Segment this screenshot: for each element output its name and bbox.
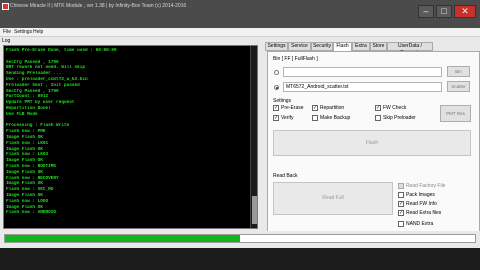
read-factory-file-checkbox[interactable] bbox=[398, 183, 404, 189]
read-extra-files-checkbox[interactable]: ✓ bbox=[398, 210, 404, 216]
repartition-label: Repartition bbox=[320, 105, 345, 111]
log-console[interactable]: Flash Pre-Erase Done, time used : 00:00:… bbox=[3, 45, 258, 229]
tab-service[interactable]: Service bbox=[288, 42, 311, 51]
skip-preloader-label: Skip Preloader bbox=[383, 115, 416, 121]
make-backup-checkbox[interactable] bbox=[312, 115, 318, 121]
progress-fill bbox=[5, 235, 240, 242]
verify-label: Verify bbox=[281, 115, 294, 121]
tab-store[interactable]: Store bbox=[370, 42, 387, 51]
bin-group-label: Bin [ FF ] FullFlash ] bbox=[273, 56, 318, 62]
pre-erase-checkbox[interactable]: ✓ bbox=[273, 105, 279, 111]
bin-path-field[interactable] bbox=[283, 67, 442, 77]
tab-security[interactable]: Security bbox=[311, 42, 333, 51]
bin-radio[interactable] bbox=[274, 70, 279, 75]
window-title: Chinese Miracle II | MTK Module , ver 1.… bbox=[10, 3, 187, 9]
scatter-path-field[interactable]: MT6572_Android_scatter.txt bbox=[283, 82, 442, 92]
menu-help[interactable]: Help bbox=[33, 29, 43, 36]
bin-button[interactable]: Bin bbox=[447, 66, 470, 77]
verify-checkbox[interactable]: ✓ bbox=[273, 115, 279, 121]
log-scrollbar-thumb[interactable] bbox=[252, 196, 257, 224]
read-extra-files-label: Read Extra files bbox=[406, 210, 442, 216]
read-factory-file-label: Read Factory File bbox=[406, 183, 446, 189]
read-back-group-label: Read Back bbox=[273, 173, 298, 179]
fw-check-label: FW Check bbox=[383, 105, 407, 111]
nand-extra-checkbox[interactable] bbox=[398, 221, 404, 227]
close-button[interactable]: ✕ bbox=[454, 5, 476, 18]
menu-file[interactable]: File bbox=[3, 29, 11, 36]
log-lines: Flash Pre-Erase Done, time used : 00:00:… bbox=[6, 48, 246, 216]
menu-settings[interactable]: Settings bbox=[14, 29, 32, 36]
scatter-button[interactable]: Scatter bbox=[447, 81, 470, 92]
minimize-button[interactable]: – bbox=[418, 5, 434, 18]
make-backup-label: Make Backup bbox=[320, 115, 351, 121]
pmt-res-button[interactable]: PMT Res bbox=[440, 105, 471, 122]
menu-bar: File Settings Help bbox=[0, 28, 480, 37]
log-scrollbar[interactable] bbox=[250, 46, 257, 228]
maximize-button[interactable]: □ bbox=[436, 5, 452, 18]
desktop-background bbox=[0, 248, 480, 270]
pack-images-checkbox[interactable] bbox=[398, 192, 404, 198]
title-bar: Chinese Miracle II | MTK Module , ver 1.… bbox=[0, 0, 480, 28]
skip-preloader-checkbox[interactable] bbox=[375, 115, 381, 121]
read-fw-info-label: Read FW Info bbox=[406, 201, 437, 207]
read-full-button[interactable]: Read Full bbox=[273, 182, 393, 215]
pre-erase-label: Pre-Erase bbox=[281, 105, 304, 111]
nand-extra-label: NAND Extra bbox=[406, 221, 434, 227]
log-title: Log bbox=[2, 38, 11, 44]
read-fw-info-checkbox[interactable]: ✓ bbox=[398, 201, 404, 207]
flash-button[interactable]: Flash bbox=[273, 130, 471, 156]
app-window: Chinese Miracle II | MTK Module , ver 1.… bbox=[0, 0, 480, 270]
tab-extra[interactable]: Extra bbox=[352, 42, 370, 51]
repartition-checkbox[interactable]: ✓ bbox=[312, 105, 318, 111]
fw-check-checkbox[interactable]: ✓ bbox=[375, 105, 381, 111]
tab-userdata-forensic[interactable]: UserData / Forensic bbox=[387, 42, 433, 56]
pack-images-label: Pack Images bbox=[406, 192, 435, 198]
tab-settings[interactable]: Settings bbox=[265, 42, 288, 51]
log-line: Flash now : ANDROID bbox=[6, 210, 57, 216]
flash-panel: Bin [ FF ] FullFlash ] Bin MT6572_Androi… bbox=[267, 51, 480, 233]
app-icon bbox=[2, 3, 9, 10]
scatter-radio[interactable] bbox=[274, 85, 279, 90]
settings-group-label: Settings bbox=[273, 98, 292, 104]
progress-bar bbox=[4, 234, 476, 243]
